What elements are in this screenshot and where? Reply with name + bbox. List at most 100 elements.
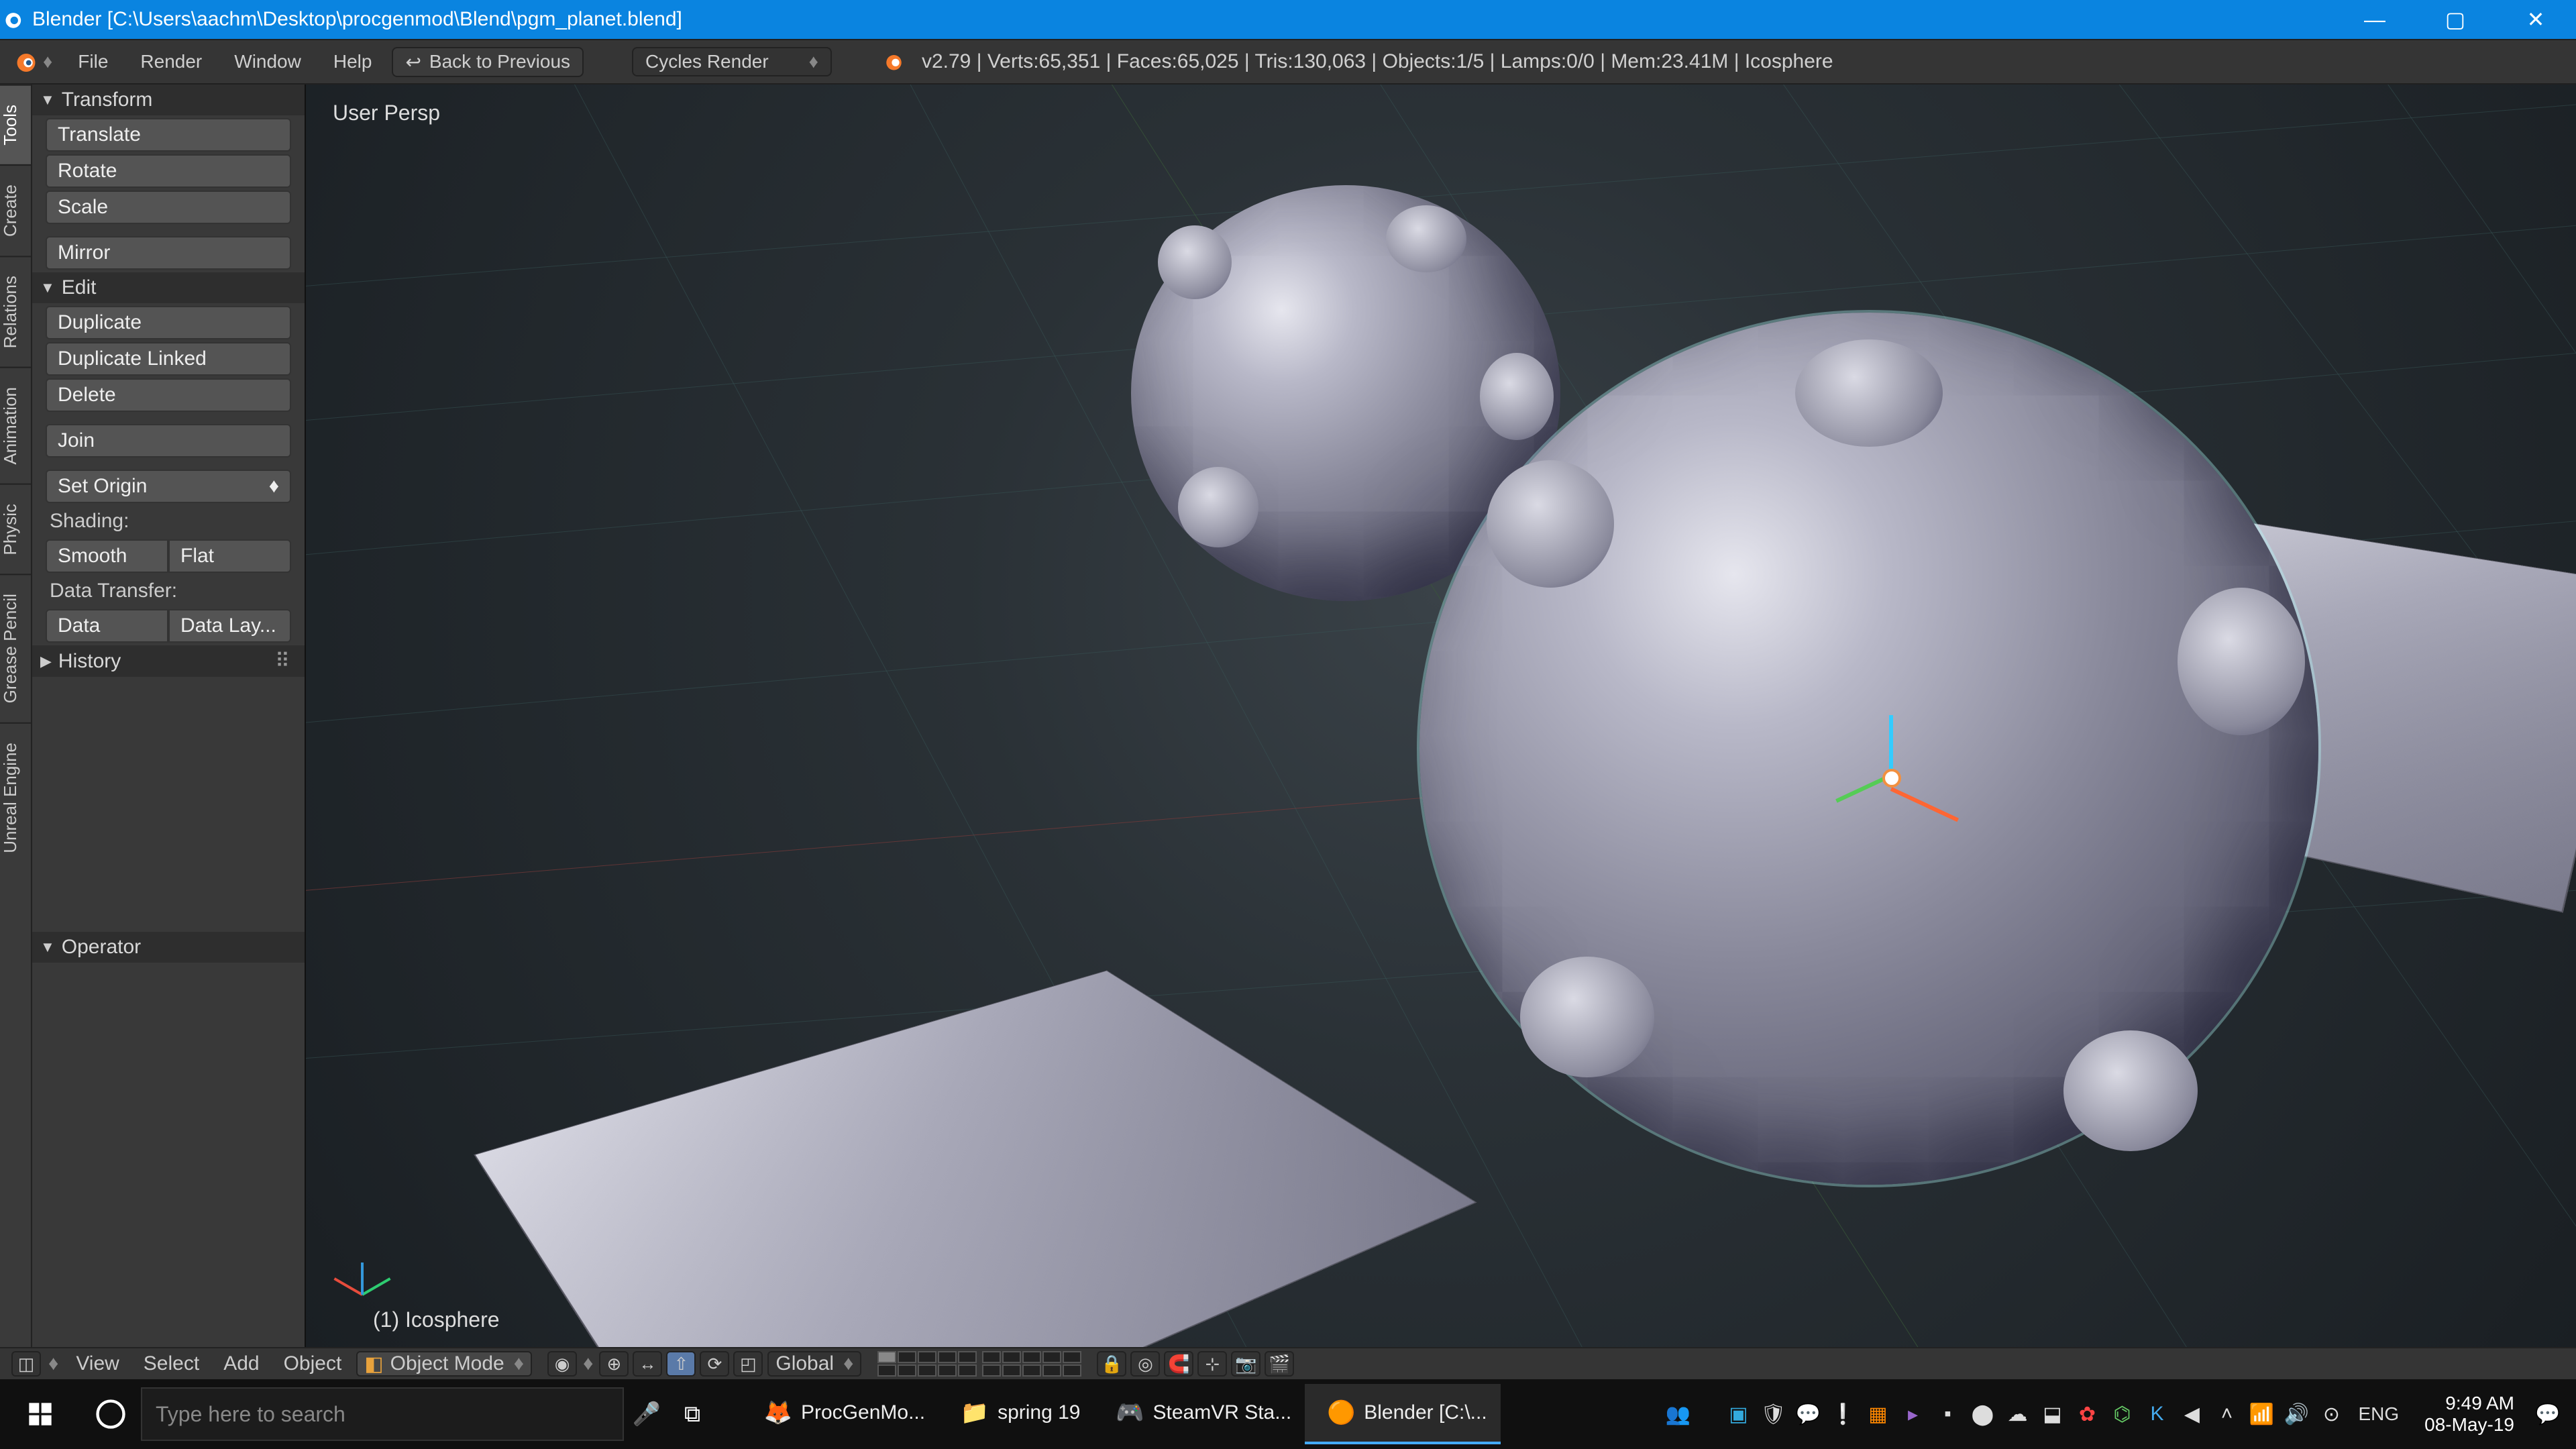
blender-taskbar-icon: 🟠: [1321, 1393, 1361, 1433]
data-transfer-data-button[interactable]: Data: [46, 609, 168, 643]
tray-app-icon[interactable]: ⌬: [2107, 1399, 2137, 1429]
mode-dropdown[interactable]: ◧ Object Mode ♦: [356, 1351, 532, 1377]
select-menu[interactable]: Select: [131, 1352, 211, 1375]
snap-toggle[interactable]: 🧲: [1164, 1351, 1193, 1377]
menu-file[interactable]: File: [62, 51, 124, 72]
manipulator-toggle[interactable]: ↔: [633, 1351, 662, 1377]
epic-games-icon[interactable]: ▪: [1933, 1399, 1962, 1429]
dropbox-icon[interactable]: ⬓: [2037, 1399, 2067, 1429]
tab-create[interactable]: Create: [0, 164, 31, 256]
taskbar-app-label: Blender [C:\...: [1364, 1401, 1487, 1424]
gizmo-origin-icon[interactable]: [1882, 769, 1901, 788]
manipulator-scale-button[interactable]: ◰: [733, 1351, 763, 1377]
start-button[interactable]: [0, 1401, 80, 1428]
layer-buttons-group-1[interactable]: [877, 1351, 977, 1377]
edit-panel-header[interactable]: ▼Edit: [32, 272, 305, 303]
steam-icon[interactable]: ⬤: [1968, 1399, 1997, 1429]
manipulator-rotate-button[interactable]: ⟳: [700, 1351, 729, 1377]
tray-expand-icon[interactable]: ˄: [2212, 1399, 2241, 1429]
tray-app-icon[interactable]: ⊙: [2316, 1399, 2346, 1429]
mirror-button[interactable]: Mirror: [46, 236, 291, 270]
window-titlebar: Blender [C:\Users\aachm\Desktop\procgenm…: [0, 0, 2576, 39]
3d-viewport[interactable]: User Persp (1) Icosphere: [306, 85, 2576, 1347]
menu-window[interactable]: Window: [218, 51, 317, 72]
shading-mode-solid-button[interactable]: ◉: [547, 1351, 577, 1377]
tray-arrow-icon[interactable]: ◀: [2177, 1399, 2206, 1429]
transform-gizmo[interactable]: [1835, 722, 1943, 829]
tab-physics[interactable]: Physic: [0, 484, 31, 574]
mic-icon[interactable]: 🎤: [627, 1394, 667, 1434]
menu-render[interactable]: Render: [124, 51, 218, 72]
gizmo-z-axis[interactable]: [1889, 715, 1893, 775]
onedrive-icon[interactable]: ☁: [2002, 1399, 2032, 1429]
duplicate-linked-button[interactable]: Duplicate Linked: [46, 342, 291, 376]
blender-logo-icon[interactable]: [8, 46, 40, 78]
taskbar-app-steamvr[interactable]: 🎮 SteamVR Sta...: [1094, 1384, 1305, 1444]
tab-unreal-engine[interactable]: Unreal Engine: [0, 722, 31, 872]
taskbar-app-label: SteamVR Sta...: [1153, 1401, 1292, 1424]
language-indicator[interactable]: ENG: [2351, 1399, 2406, 1429]
cortana-button[interactable]: [80, 1397, 141, 1432]
layer-buttons-group-2[interactable]: [982, 1351, 1081, 1377]
scale-button[interactable]: Scale: [46, 191, 291, 224]
taskbar-search-input[interactable]: Type here to search: [141, 1387, 624, 1441]
duplicate-button[interactable]: Duplicate: [46, 306, 291, 339]
rotate-button[interactable]: Rotate: [46, 154, 291, 188]
tray-app-icon[interactable]: ▣: [1723, 1399, 1753, 1429]
task-view-button[interactable]: ⧉: [672, 1394, 712, 1434]
taskbar-app-blender[interactable]: 🟠 Blender [C:\...: [1305, 1384, 1500, 1444]
tab-relations[interactable]: Relations: [0, 256, 31, 367]
tray-k-icon[interactable]: K: [2142, 1399, 2171, 1429]
opengl-render-button[interactable]: 📷: [1231, 1351, 1260, 1377]
set-origin-dropdown[interactable]: Set Origin♦: [46, 470, 291, 503]
search-placeholder: Type here to search: [156, 1402, 345, 1427]
manipulator-translate-button[interactable]: ⇧: [666, 1351, 696, 1377]
dropdown-caret-icon: ♦: [579, 1352, 597, 1375]
render-engine-dropdown[interactable]: Cycles Render ♦: [632, 47, 832, 76]
tab-tools[interactable]: Tools: [0, 85, 31, 164]
scene-stats: v2.79 | Verts:65,351 | Faces:65,025 | Tr…: [922, 50, 1833, 73]
screen-layout-caret-icon[interactable]: ♦: [40, 51, 62, 72]
history-panel-header[interactable]: ▶History⠿: [32, 645, 305, 677]
tray-app-icon[interactable]: ▸: [1898, 1399, 1927, 1429]
transform-panel-header[interactable]: ▼Transform: [32, 85, 305, 115]
operator-panel-header[interactable]: ▼Operator: [32, 932, 305, 963]
window-minimize-button[interactable]: —: [2334, 0, 2415, 39]
add-menu[interactable]: Add: [211, 1352, 271, 1375]
delete-button[interactable]: Delete: [46, 378, 291, 412]
window-maximize-button[interactable]: ▢: [2415, 0, 2496, 39]
shading-smooth-button[interactable]: Smooth: [46, 539, 168, 573]
taskbar-app-explorer[interactable]: 📁 spring 19: [938, 1384, 1093, 1444]
back-to-previous-button[interactable]: ↩ Back to Previous: [392, 47, 584, 77]
action-center-icon[interactable]: 💬: [2533, 1399, 2563, 1429]
pivot-dropdown[interactable]: ⊕: [599, 1351, 629, 1377]
object-menu[interactable]: Object: [272, 1352, 354, 1375]
taskbar-clock[interactable]: 9:49 AM 08-May-19: [2411, 1393, 2528, 1436]
shading-flat-button[interactable]: Flat: [168, 539, 291, 573]
editor-type-dropdown[interactable]: ◫: [11, 1351, 41, 1377]
tray-alert-icon[interactable]: ❕: [1828, 1399, 1858, 1429]
view-menu[interactable]: View: [64, 1352, 131, 1375]
menu-help[interactable]: Help: [317, 51, 388, 72]
tray-app-icon[interactable]: ▦: [1863, 1399, 1892, 1429]
join-button[interactable]: Join: [46, 424, 291, 458]
proportional-edit-button[interactable]: ◎: [1130, 1351, 1160, 1377]
tray-app-icon[interactable]: ✿: [2072, 1399, 2102, 1429]
blender-app-icon: [0, 8, 32, 31]
tray-chat-icon[interactable]: 💬: [1793, 1399, 1823, 1429]
defender-icon[interactable]: 🛡: [1758, 1399, 1788, 1429]
tab-animation[interactable]: Animation: [0, 367, 31, 484]
opengl-anim-button[interactable]: 🎬: [1265, 1351, 1294, 1377]
tab-grease-pencil[interactable]: Grease Pencil: [0, 574, 31, 722]
orientation-dropdown[interactable]: Global ♦: [767, 1351, 861, 1377]
data-transfer-layout-button[interactable]: Data Lay...: [168, 609, 291, 643]
lock-camera-button[interactable]: 🔒: [1097, 1351, 1126, 1377]
snap-element-dropdown[interactable]: ⊹: [1197, 1351, 1227, 1377]
window-close-button[interactable]: ✕: [2496, 0, 2576, 39]
wifi-icon[interactable]: 📶: [2247, 1399, 2276, 1429]
people-icon[interactable]: 👥: [1663, 1399, 1693, 1429]
taskbar-app-firefox[interactable]: 🦊 ProcGenMo...: [742, 1384, 938, 1444]
mode-label: Object Mode: [390, 1352, 504, 1375]
volume-icon[interactable]: 🔊: [2282, 1399, 2311, 1429]
translate-button[interactable]: Translate: [46, 118, 291, 152]
